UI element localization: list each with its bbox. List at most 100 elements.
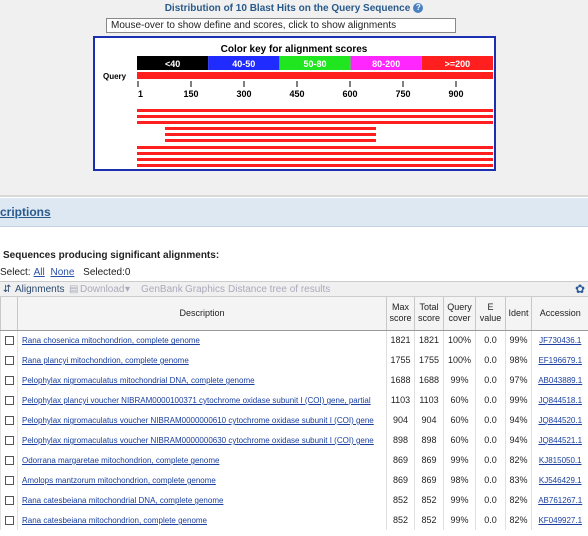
ruler-label: 600: [342, 89, 357, 99]
accession-cell: JQ844520.1: [531, 410, 588, 430]
total-score-cell: 1821: [414, 330, 444, 350]
checkbox-cell: [0, 410, 18, 430]
accession-link[interactable]: JQ844520.1: [538, 416, 582, 425]
table-row: Pelophylax nigromaculatus voucher NIBRAM…: [0, 410, 588, 430]
accession-cell: JQ844518.1: [531, 390, 588, 410]
accession-link[interactable]: KJ815050.1: [539, 456, 582, 465]
description-link[interactable]: Pelophylax nigromaculatus mitochondrial …: [22, 376, 255, 385]
table-row: Rana plancyi mitochondrion, complete gen…: [0, 350, 588, 370]
description-cell: Pelophylax nigromaculatus voucher NIBRAM…: [17, 410, 387, 430]
significant-alignments-heading: Sequences producing significant alignmen…: [3, 250, 220, 261]
row-checkbox[interactable]: [4, 376, 14, 386]
query-cover-cell: 98%: [443, 470, 476, 490]
select-none-link[interactable]: None: [50, 267, 74, 278]
ident-cell: 98%: [505, 350, 532, 370]
ident-cell: 99%: [505, 390, 532, 410]
ident-cell: 82%: [505, 510, 532, 530]
description-link[interactable]: Odorrana margaretae mitochondrion, compl…: [22, 456, 219, 465]
help-icon[interactable]: ?: [413, 3, 424, 14]
description-link[interactable]: Amolops mantzorum mitochondrion, complet…: [22, 476, 216, 485]
description-link[interactable]: Rana plancyi mitochondrion, complete gen…: [22, 356, 189, 365]
accession-link[interactable]: AB043889.1: [538, 376, 582, 385]
accession-link[interactable]: KJ546429.1: [539, 476, 582, 485]
hit-bar: [137, 121, 493, 124]
download-icon[interactable]: ▤: [69, 284, 78, 295]
description-link[interactable]: Rana catesbeiana mitochondrion, complete…: [22, 516, 207, 525]
hit-bar: [165, 133, 376, 136]
description-link[interactable]: Pelophylax plancyi voucher NIBRAM0000100…: [22, 396, 371, 405]
total-score-cell: 1103: [414, 390, 444, 410]
results-table: Description Max score Total score Query …: [0, 297, 588, 530]
alignment-graphic[interactable]: Color key for alignment scores <40 40-50 50…: [93, 36, 496, 171]
accession-cell: EF196679.1: [531, 350, 588, 370]
description-link[interactable]: Rana catesbeiana mitochondrial DNA, comp…: [22, 496, 223, 505]
hit-bar: [137, 146, 493, 149]
select-all-link[interactable]: All: [34, 267, 45, 278]
description-header[interactable]: Description: [17, 297, 387, 331]
table-row: Pelophylax plancyi voucher NIBRAM0000100…: [0, 390, 588, 410]
description-link[interactable]: Pelophylax nigromaculatus voucher NIBRAM…: [22, 436, 374, 445]
accession-link[interactable]: EF196679.1: [538, 356, 582, 365]
evalue-cell: 0.0: [475, 490, 506, 510]
query-cover-header[interactable]: Query cover: [443, 297, 476, 331]
row-checkbox[interactable]: [4, 516, 14, 526]
row-checkbox[interactable]: [4, 356, 14, 366]
accession-link[interactable]: JQ844521.1: [538, 436, 582, 445]
ident-cell: 82%: [505, 490, 532, 510]
genbank-button[interactable]: GenBank: [141, 284, 183, 295]
description-link[interactable]: Rana chosenica mitochondrion, complete g…: [22, 336, 200, 345]
table-row: Rana chosenica mitochondrion, complete g…: [0, 330, 588, 350]
chevron-down-icon[interactable]: ▾: [125, 284, 130, 295]
ident-header[interactable]: Ident: [505, 297, 532, 331]
ident-cell: 97%: [505, 370, 532, 390]
query-cover-cell: 100%: [443, 350, 476, 370]
total-score-cell: 1688: [414, 370, 444, 390]
row-checkbox[interactable]: [4, 476, 14, 486]
row-checkbox[interactable]: [4, 416, 14, 426]
description-link[interactable]: Pelophylax nigromaculatus voucher NIBRAM…: [22, 416, 374, 425]
distance-tree-button[interactable]: Distance tree of results: [228, 284, 330, 295]
accession-header[interactable]: Accession: [531, 297, 588, 331]
accession-link[interactable]: JQ844518.1: [538, 396, 582, 405]
accession-link[interactable]: AB761267.1: [538, 496, 582, 505]
graphic-title: Distribution of 10 Blast Hits on the Que…: [0, 3, 588, 14]
evalue-cell: 0.0: [475, 430, 506, 450]
evalue-cell: 0.0: [475, 470, 506, 490]
color-key-label: <40: [165, 59, 180, 69]
ruler-label: 1: [138, 89, 143, 99]
checkbox-cell: [0, 370, 18, 390]
accession-link[interactable]: KF049927.1: [538, 516, 582, 525]
row-checkbox[interactable]: [4, 496, 14, 506]
descriptions-section-header[interactable]: criptions: [0, 198, 588, 227]
collapse-icon[interactable]: ⇵: [3, 284, 11, 295]
graphics-button[interactable]: Graphics: [185, 284, 225, 295]
description-cell: Pelophylax plancyi voucher NIBRAM0000100…: [17, 390, 387, 410]
max-score-cell: 852: [386, 510, 415, 530]
selected-count: Selected:0: [83, 267, 131, 278]
max-score-header[interactable]: Max score: [386, 297, 415, 331]
accession-cell: KJ815050.1: [531, 450, 588, 470]
max-score-cell: 1688: [386, 370, 415, 390]
hit-bar: [137, 152, 493, 155]
row-checkbox[interactable]: [4, 456, 14, 466]
description-cell: Odorrana margaretae mitochondrion, compl…: [17, 450, 387, 470]
accession-link[interactable]: JF730436.1: [539, 336, 581, 345]
evalue-header[interactable]: E value: [475, 297, 506, 331]
accession-cell: KF049927.1: [531, 510, 588, 530]
row-checkbox[interactable]: [4, 336, 14, 346]
download-button[interactable]: Download: [80, 284, 124, 295]
query-cover-cell: 100%: [443, 330, 476, 350]
evalue-cell: 0.0: [475, 390, 506, 410]
section-title[interactable]: criptions: [0, 205, 51, 219]
row-checkbox[interactable]: [4, 436, 14, 446]
gear-icon[interactable]: ✿: [575, 282, 585, 296]
mouseover-info-field[interactable]: [106, 18, 456, 33]
evalue-cell: 0.0: [475, 410, 506, 430]
alignments-button[interactable]: Alignments: [15, 284, 64, 295]
description-cell: Rana chosenica mitochondrion, complete g…: [17, 330, 387, 350]
row-checkbox[interactable]: [4, 396, 14, 406]
description-cell: Pelophylax nigromaculatus mitochondrial …: [17, 370, 387, 390]
total-score-header[interactable]: Total score: [414, 297, 444, 331]
accession-cell: JF730436.1: [531, 330, 588, 350]
ruler-label: 300: [236, 89, 251, 99]
